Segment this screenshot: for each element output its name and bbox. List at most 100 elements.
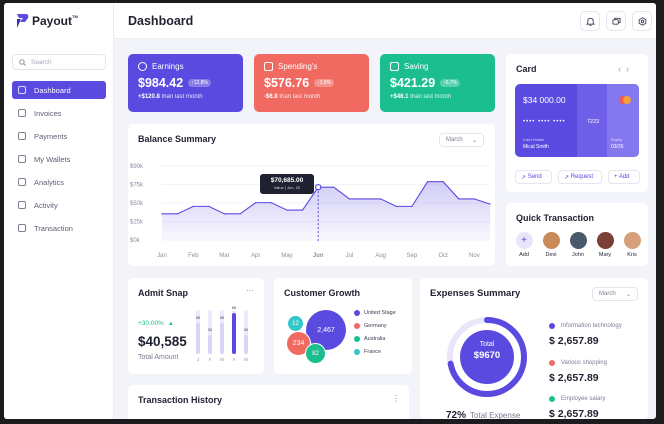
triangle-up-icon: ▲	[167, 320, 174, 327]
app-window: PayoutTM Search Dashboard Invoices Payme…	[4, 3, 656, 419]
admit-snap-title: Admit Snap	[138, 288, 189, 298]
bubble-label: 12	[292, 320, 299, 327]
quick-contact[interactable]: Kris	[620, 232, 644, 258]
admit-bar-value: 50	[195, 314, 201, 320]
sidebar-item-invoices[interactable]: Invoices	[12, 104, 106, 122]
y-tick-label: $25k	[130, 220, 144, 226]
sidebar-item-transaction[interactable]: Transaction	[12, 219, 106, 237]
sidebar-item-activity[interactable]: Activity	[12, 196, 106, 214]
data-point	[223, 213, 226, 215]
admit-total-value: $40,585	[138, 334, 187, 349]
search-input[interactable]: Search	[12, 54, 106, 70]
data-point	[255, 202, 257, 204]
sidebar-item-analytics[interactable]: Analytics	[12, 173, 106, 191]
quick-add-button[interactable]: + Add	[512, 232, 536, 258]
card-holder: Mical Smith	[523, 144, 549, 150]
y-tick-label: $75k	[130, 183, 144, 189]
send-label: Send	[527, 174, 542, 180]
donut-center-label: Total	[479, 341, 495, 348]
tooltip-label: Value | Jun, 20	[273, 185, 301, 190]
card-pager[interactable]: ‹ ›	[618, 64, 629, 74]
send-button[interactable]: ↗ Send	[515, 170, 552, 184]
quick-add-label: Add	[519, 252, 529, 258]
saving-delta-text: than last month	[410, 94, 452, 100]
data-point	[177, 213, 179, 215]
spending-value: $576.76	[264, 76, 310, 90]
credit-card[interactable]: $34 000.00 •••• •••• •••• 7223 Card Hold…	[515, 84, 639, 157]
chevron-left-icon[interactable]: ‹	[618, 64, 621, 74]
quick-contact[interactable]: Devi	[539, 232, 563, 258]
legend-item: United Stage	[354, 310, 396, 316]
chevron-right-icon[interactable]: ›	[626, 64, 629, 74]
sidebar-item-wallets[interactable]: My Wallets	[12, 150, 106, 168]
cart-icon	[264, 62, 273, 71]
expense-item-amount: $ 2,657.89	[549, 408, 599, 419]
request-label: Request	[570, 174, 594, 180]
sidebar-item-dashboard[interactable]: Dashboard	[12, 81, 106, 99]
add-card-button[interactable]: + Add	[608, 170, 640, 184]
admit-bar-value: 65	[231, 305, 237, 311]
expense-item[interactable]: Information technology $ 2,657.89	[549, 323, 622, 347]
card-balance: $34 000.00	[523, 95, 566, 105]
quick-contact[interactable]: John	[566, 232, 590, 258]
growth-legend: United Stage Germany Australia France	[354, 310, 396, 362]
expenses-summary-card: Expenses Summary March ⌄ Total $9670 72% …	[420, 278, 648, 419]
expense-percent-value: 72%	[446, 410, 467, 419]
activity-icon	[18, 201, 26, 209]
legend-item: France	[354, 349, 396, 355]
plus-icon: +	[515, 232, 533, 249]
expense-item[interactable]: Various shopping $ 2,657.89	[549, 360, 607, 384]
request-button[interactable]: ↗ Request	[558, 170, 602, 184]
earnings-card[interactable]: Earnings $984.42 ↑12.8% +$120.8 than last…	[128, 54, 243, 112]
data-point	[380, 198, 382, 200]
invoice-icon	[18, 109, 26, 117]
admit-bar-label: M	[220, 357, 224, 362]
x-tick-label: Mar	[219, 253, 229, 259]
logo[interactable]: PayoutTM	[16, 13, 78, 29]
admit-bar-value: 30	[207, 327, 213, 333]
notifications-button[interactable]	[580, 11, 600, 31]
chart-tooltip: $70,685.00 Value | Jun, 20	[260, 174, 314, 194]
sidebar-item-payments[interactable]: Payments	[12, 127, 106, 145]
expense-item[interactable]: Employee salary $ 2,657.89	[549, 396, 605, 419]
legend-label: United Stage	[364, 310, 396, 316]
sidebar-item-label: My Wallets	[34, 154, 71, 164]
page-title: Dashboard	[128, 14, 194, 28]
spending-delta-text: than last month	[279, 94, 321, 100]
settings-button[interactable]	[632, 11, 652, 31]
bubble-australia[interactable]: 82	[305, 343, 326, 364]
admit-bar-value: 50	[219, 314, 225, 320]
spending-delta: -$6.8	[264, 94, 278, 100]
wallet-icon	[18, 155, 26, 163]
sidebar: PayoutTM Search Dashboard Invoices Payme…	[4, 3, 114, 419]
data-point	[395, 205, 397, 207]
more-icon[interactable]: ···	[246, 286, 254, 295]
y-tick-label: $99k	[130, 164, 144, 170]
settings-icon	[638, 16, 646, 26]
quick-contact[interactable]: Mary	[593, 232, 617, 258]
mastercard-icon	[619, 96, 631, 104]
x-tick-label: Oct	[438, 253, 448, 259]
spending-badge: ↓3.8%	[314, 79, 335, 87]
x-tick-label: Apr	[251, 253, 260, 259]
admit-snap-card: Admit Snap ··· +30.00% ▲ $40,585 Total Am…	[128, 278, 264, 374]
admit-bar-value: 30	[243, 327, 249, 333]
bubble-france[interactable]: 12	[287, 315, 304, 332]
card-number-masked: •••• •••• ••••	[523, 119, 566, 125]
more-icon[interactable]: ⋮	[392, 394, 400, 403]
arrow-up-right-icon: ↗	[521, 174, 527, 181]
messages-button[interactable]	[606, 11, 626, 31]
expenses-period-select[interactable]: March ⌄	[592, 287, 638, 301]
earnings-delta-text: than last month	[161, 94, 203, 100]
data-point	[270, 202, 272, 204]
data-point	[442, 181, 444, 183]
card-expiry-label: Expiry	[611, 137, 623, 142]
x-tick-label: Nov	[469, 253, 480, 259]
data-point	[458, 198, 460, 200]
saving-value: $421.29	[390, 76, 436, 90]
admit-bar-column	[232, 310, 236, 354]
analytics-icon	[18, 178, 26, 186]
saving-card[interactable]: Saving $421.29 ↑6.7% +$46.1 than last mon…	[380, 54, 495, 112]
growth-rate: +30.00% ▲	[138, 320, 174, 327]
spending-card[interactable]: Spending's $576.76 ↓3.8% -$6.8 than last …	[254, 54, 369, 112]
